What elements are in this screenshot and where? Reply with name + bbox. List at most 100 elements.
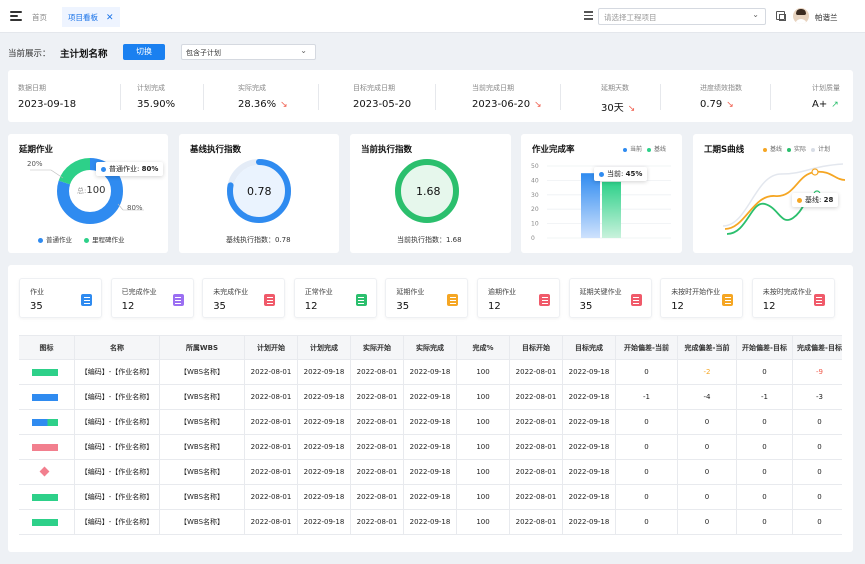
table-cell: -1 <box>616 385 678 410</box>
column-header[interactable]: 图标 <box>19 336 75 361</box>
table-cell: 2022-08-01 <box>510 485 563 510</box>
table-cell: 2022-08-01 <box>510 510 563 535</box>
table-cell: 2022-08-01 <box>351 385 404 410</box>
column-header[interactable]: 计划开始 <box>245 336 298 361</box>
sub-plan-select[interactable]: 包含子计划 ⌄ <box>181 44 316 60</box>
column-header[interactable]: 实际开始 <box>351 336 404 361</box>
table-cell: 2022-08-01 <box>245 435 298 460</box>
column-header[interactable]: 完成% <box>457 336 510 361</box>
column-header[interactable]: 名称 <box>75 336 160 361</box>
table-cell: 2022-08-01 <box>510 435 563 460</box>
table-cell: 2022-08-01 <box>351 410 404 435</box>
column-header[interactable]: 完成偏差-当前 <box>678 336 737 361</box>
table-cell: 0 <box>678 485 737 510</box>
tab-home[interactable]: 首页 <box>32 12 47 23</box>
table-row[interactable]: 【编码】-【作业名称】 【WBS名称】 2022-08-01 2022-09-18 20… <box>19 360 842 385</box>
column-header[interactable]: 开始偏差-目标 <box>737 336 793 361</box>
switch-button[interactable]: 切换 <box>123 44 165 60</box>
stat-value-text: 28.36% <box>238 99 277 110</box>
kpi-card[interactable]: 未按时完成作业 12 <box>751 278 835 318</box>
kpi-card[interactable]: 未完成作业 35 <box>202 278 286 318</box>
kpi-card[interactable]: 作业 35 <box>19 278 102 318</box>
gauge-value: 1.68 <box>416 185 441 198</box>
stat-value: 2023-06-20 ↘ <box>472 99 542 110</box>
table-cell: 【编码】-【作业名称】 <box>75 360 160 385</box>
table-cell: 2022-08-01 <box>510 410 563 435</box>
column-header[interactable]: 所属WBS <box>160 336 245 361</box>
divider <box>318 84 319 110</box>
column-header[interactable]: 完成偏差-目标 <box>793 336 846 361</box>
bar-baseline[interactable] <box>602 181 621 238</box>
curve-point[interactable] <box>811 168 819 176</box>
stat-value: A+ ↗ <box>812 99 839 110</box>
y-tick-label: 50 <box>531 163 539 170</box>
kpi-card[interactable]: 正常作业 12 <box>293 278 377 318</box>
table-cell: 0 <box>678 410 737 435</box>
gantt-bar-icon <box>32 519 58 526</box>
stat-value-text: 0.79 <box>700 99 723 110</box>
table-cell: 【WBS名称】 <box>160 460 245 485</box>
list-icon[interactable] <box>584 11 593 20</box>
kpi-card[interactable]: 逾期作业 12 <box>477 278 560 318</box>
kpi-card[interactable]: 延期关键作业 35 <box>568 278 652 318</box>
table-row[interactable]: 【编码】-【作业名称】 【WBS名称】 2022-08-01 2022-09-18 20… <box>19 435 842 460</box>
stat-label: 计划质量 <box>812 84 840 92</box>
table-row[interactable]: 【编码】-【作业名称】 【WBS名称】 2022-08-01 2022-09-18 20… <box>19 460 842 485</box>
legend-normal[interactable]: 普通作业 <box>46 236 72 244</box>
stat-label: 目标完成日期 <box>353 84 395 92</box>
column-header[interactable]: 实际完成 <box>404 336 457 361</box>
gantt-bar-icon <box>32 444 58 451</box>
y-tick-label: 20 <box>531 206 539 213</box>
kpi-card[interactable]: 已完成作业 12 <box>110 278 194 318</box>
table-row[interactable]: 【编码】-【作业名称】 【WBS名称】 2022-08-01 2022-09-18 20… <box>19 485 842 510</box>
username[interactable]: 帕谐兰 <box>815 12 838 23</box>
table-cell: 2022-08-01 <box>245 485 298 510</box>
divider <box>435 84 436 110</box>
activity-panel: 作业 35 已完成作业 12 未完成作业 35 正常作业 12 延期作业 35 逾期作业 12 延期关键… <box>8 265 853 552</box>
column-header[interactable]: 计划完成 <box>298 336 351 361</box>
table-cell: 2022-09-18 <box>404 460 457 485</box>
table-cell: 2022-09-18 <box>404 510 457 535</box>
copy-icon[interactable] <box>776 11 786 21</box>
donut-center: 总:100 <box>77 185 105 196</box>
table-cell: 【WBS名称】 <box>160 435 245 460</box>
stat-value-text: 30天 <box>601 103 624 114</box>
table-cell: 0 <box>616 410 678 435</box>
kpi-card[interactable]: 未按时开始作业 12 <box>660 278 744 318</box>
current-display-label: 当前展示： <box>8 49 51 59</box>
bar-current[interactable] <box>581 173 600 238</box>
stat-value: 2023-05-20 <box>353 99 411 110</box>
table-cell: 2022-09-18 <box>298 360 351 385</box>
table-row[interactable]: 【编码】-【作业名称】 【WBS名称】 2022-08-01 2022-09-18 20… <box>19 410 842 435</box>
tab-project-board[interactable]: 项目看板 ✕ <box>62 7 120 27</box>
y-tick-label: 40 <box>531 177 539 184</box>
tooltip-label: 基线: <box>805 196 822 204</box>
chevron-down-icon: ⌄ <box>300 46 307 55</box>
avatar[interactable] <box>793 8 809 24</box>
menu-icon[interactable] <box>10 11 22 21</box>
stat-value: 0.79 ↘ <box>700 99 734 110</box>
table-cell: 【编码】-【作业名称】 <box>75 510 160 535</box>
close-icon[interactable]: ✕ <box>106 13 114 23</box>
tooltip-value: 45% <box>625 170 643 178</box>
column-header[interactable]: 开始偏差-当前 <box>616 336 678 361</box>
table-row[interactable]: 【编码】-【作业名称】 【WBS名称】 2022-08-01 2022-09-18 20… <box>19 510 842 535</box>
table-cell: 【编码】-【作业名称】 <box>75 385 160 410</box>
project-select[interactable]: 请选择工程项目 ⌄ <box>598 8 766 25</box>
table-cell: 【WBS名称】 <box>160 385 245 410</box>
chevron-down-icon: ⌄ <box>752 10 759 19</box>
stat-target-finish-date: 目标完成日期 2023-05-20 <box>318 70 435 122</box>
kpi-card[interactable]: 延期作业 35 <box>385 278 469 318</box>
table-row[interactable]: 【编码】-【作业名称】 【WBS名称】 2022-08-01 2022-09-18 20… <box>19 385 842 410</box>
table-cell: -4 <box>678 385 737 410</box>
kpi-value: 12 <box>304 301 318 312</box>
s-curve-widget: 工期S曲线 基线 实际 计划 基线: 28 <box>693 134 853 253</box>
y-tick-label: 30 <box>531 192 539 199</box>
column-header[interactable]: 目标完成 <box>563 336 616 361</box>
legend-milestone[interactable]: 里程碑作业 <box>92 236 125 244</box>
delay-widget: 延期作业 总:100 20% 80% 普通作业: 80% 普通作业 里程碑作业 <box>8 134 168 253</box>
column-header[interactable]: 目标开始 <box>510 336 563 361</box>
gauge-value: 0.78 <box>247 185 272 198</box>
legend-dot <box>599 171 604 177</box>
gauge-caption: 当前执行指数：1.68 <box>397 236 462 244</box>
